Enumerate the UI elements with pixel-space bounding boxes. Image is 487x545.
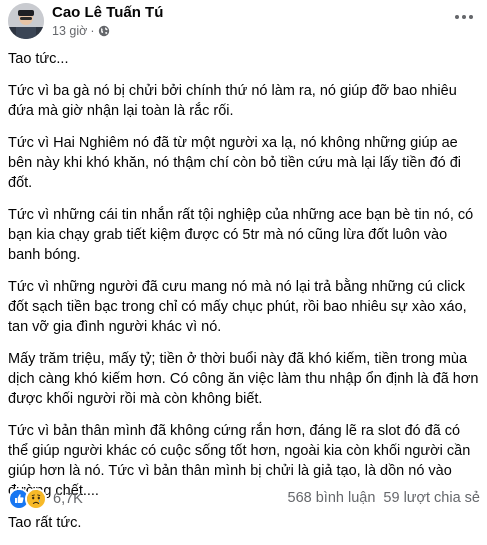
post-footer: 6,7K 568 bình luận 59 lượt chia sẻ: [8, 488, 482, 512]
reaction-count: 6,7K: [53, 491, 83, 507]
post-paragraph: Mấy trăm triệu, mấy tỷ; tiền ở thời buổi…: [8, 351, 479, 407]
facebook-post: Cao Lê Tuấn Tú 13 giờ · Tao tức... Tức v…: [0, 0, 487, 531]
author-name[interactable]: Cao Lê Tuấn Tú: [52, 4, 163, 21]
post-time[interactable]: 13 giờ: [52, 24, 87, 38]
post-paragraph: Tao rất tức.: [8, 515, 82, 531]
post-meta: 13 giờ ·: [52, 24, 110, 38]
post-paragraph: Tức vì những cái tin nhắn rất tội nghiệp…: [8, 207, 474, 263]
avatar[interactable]: [8, 3, 44, 39]
more-options-button[interactable]: [450, 7, 478, 27]
comments-count-link[interactable]: 568 bình luận: [288, 490, 376, 506]
shares-count-link[interactable]: 59 lượt chia sẻ: [383, 490, 480, 506]
post-paragraph: Tức vì Hai Nghiêm nó đã từ một người xa …: [8, 135, 462, 191]
post-paragraph: Tức vì ba gà nó bị chửi bởi chính thứ nó…: [8, 83, 457, 119]
meta-separator: ·: [90, 24, 95, 38]
post-header: Cao Lê Tuấn Tú 13 giờ ·: [8, 3, 480, 39]
post-paragraph: Tức vì những người đã cưu mang nó mà nó …: [8, 279, 467, 335]
avatar-image: [8, 3, 44, 39]
ellipsis-icon: [455, 15, 473, 19]
post-stats: 568 bình luận 59 lượt chia sẻ: [288, 490, 480, 506]
sad-icon: [25, 488, 47, 510]
post-paragraph: Tao tức...: [8, 51, 69, 67]
reactions-summary[interactable]: 6,7K: [8, 488, 83, 510]
globe-icon: [98, 25, 110, 37]
post-content: Tao tức... Tức vì ba gà nó bị chửi bởi c…: [8, 49, 482, 545]
